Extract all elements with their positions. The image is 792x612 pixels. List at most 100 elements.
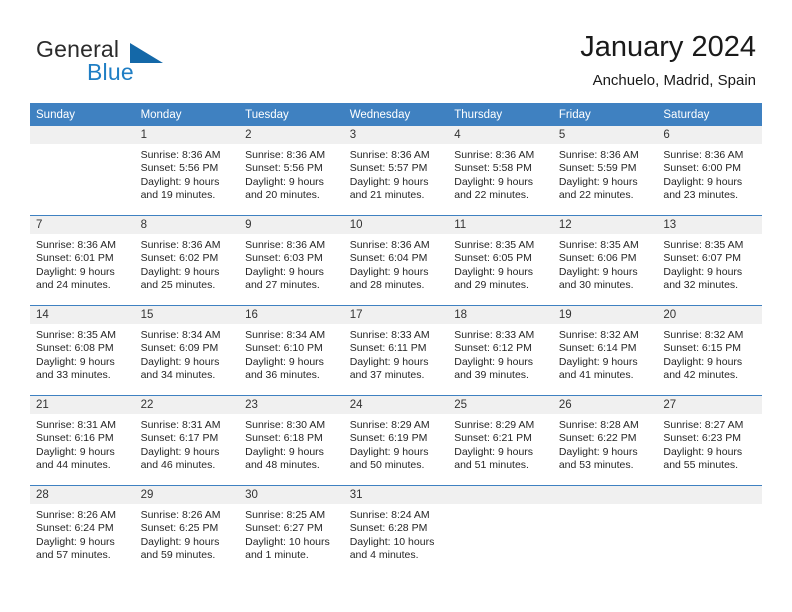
day-cell[interactable] bbox=[552, 485, 658, 575]
day-cell[interactable]: 29 Sunrise: 8:26 AM Sunset: 6:25 PM Dayl… bbox=[134, 485, 240, 575]
day-number bbox=[657, 486, 762, 504]
daylight-text-line2: and 41 minutes. bbox=[558, 369, 634, 382]
day-cell[interactable]: 10 Sunrise: 8:36 AM Sunset: 6:04 PM Dayl… bbox=[343, 215, 449, 306]
day-cell[interactable] bbox=[448, 485, 553, 575]
day-cell[interactable]: 13 Sunrise: 8:35 AM Sunset: 6:07 PM Dayl… bbox=[657, 215, 762, 306]
day-cell[interactable]: 1 Sunrise: 8:36 AM Sunset: 5:56 PM Dayli… bbox=[134, 126, 240, 216]
day-cell[interactable]: 19 Sunrise: 8:32 AM Sunset: 6:14 PM Dayl… bbox=[552, 305, 658, 396]
sunrise-text: Sunrise: 8:36 AM bbox=[245, 149, 326, 161]
logo-triangle-icon bbox=[130, 43, 163, 63]
day-cell[interactable]: 23 Sunrise: 8:30 AM Sunset: 6:18 PM Dayl… bbox=[239, 395, 344, 486]
daylight-text-line2: and 50 minutes. bbox=[349, 459, 425, 472]
day-cell[interactable]: 2 Sunrise: 8:36 AM Sunset: 5:56 PM Dayli… bbox=[239, 126, 344, 216]
week-row: 1 Sunrise: 8:36 AM Sunset: 5:56 PM Dayli… bbox=[30, 126, 762, 216]
day-cell[interactable]: 7 Sunrise: 8:36 AM Sunset: 6:01 PM Dayli… bbox=[30, 215, 135, 306]
day-info: Sunrise: 8:31 AM Sunset: 6:17 PM Dayligh… bbox=[135, 414, 240, 473]
daylight-text-line1: Daylight: 9 hours bbox=[349, 175, 429, 188]
day-cell[interactable]: 31 Sunrise: 8:24 AM Sunset: 6:28 PM Dayl… bbox=[343, 485, 449, 575]
day-number: 9 bbox=[239, 216, 344, 234]
day-cell[interactable]: 16 Sunrise: 8:34 AM Sunset: 6:10 PM Dayl… bbox=[239, 305, 344, 396]
daylight-text-line2: and 51 minutes. bbox=[454, 459, 529, 472]
daylight-text-line2: and 48 minutes. bbox=[245, 459, 320, 472]
day-number: 13 bbox=[657, 216, 762, 234]
day-cell[interactable] bbox=[30, 126, 135, 216]
day-cell[interactable]: 25 Sunrise: 8:29 AM Sunset: 6:21 PM Dayl… bbox=[448, 395, 553, 486]
day-cell[interactable]: 17 Sunrise: 8:33 AM Sunset: 6:11 PM Dayl… bbox=[343, 305, 449, 396]
day-info: Sunrise: 8:36 AM Sunset: 6:02 PM Dayligh… bbox=[135, 234, 240, 293]
day-info: Sunrise: 8:26 AM Sunset: 6:25 PM Dayligh… bbox=[135, 504, 240, 563]
day-cell[interactable]: 28 Sunrise: 8:26 AM Sunset: 6:24 PM Dayl… bbox=[30, 485, 135, 575]
day-cell[interactable]: 20 Sunrise: 8:32 AM Sunset: 6:15 PM Dayl… bbox=[657, 305, 762, 396]
day-number: 30 bbox=[239, 486, 344, 504]
day-info: Sunrise: 8:26 AM Sunset: 6:24 PM Dayligh… bbox=[30, 504, 135, 563]
sunrise-text: Sunrise: 8:24 AM bbox=[349, 509, 430, 521]
sunset-text: Sunset: 6:10 PM bbox=[245, 342, 323, 355]
daylight-text-line2: and 55 minutes. bbox=[663, 459, 739, 472]
daylight-text-line2: and 27 minutes. bbox=[245, 279, 320, 292]
day-info: Sunrise: 8:35 AM Sunset: 6:07 PM Dayligh… bbox=[657, 234, 762, 293]
day-cell[interactable]: 21 Sunrise: 8:31 AM Sunset: 6:16 PM Dayl… bbox=[30, 395, 135, 486]
day-cell[interactable]: 8 Sunrise: 8:36 AM Sunset: 6:02 PM Dayli… bbox=[134, 215, 240, 306]
sunset-text: Sunset: 6:03 PM bbox=[245, 252, 323, 265]
day-number: 4 bbox=[448, 126, 553, 144]
daylight-text-line2: and 44 minutes. bbox=[36, 459, 111, 472]
weekday-header-wednesday: Wednesday bbox=[343, 103, 449, 126]
day-cell-inner: 14 Sunrise: 8:35 AM Sunset: 6:08 PM Dayl… bbox=[30, 306, 135, 395]
day-info: Sunrise: 8:25 AM Sunset: 6:27 PM Dayligh… bbox=[239, 504, 344, 563]
day-cell-inner: 7 Sunrise: 8:36 AM Sunset: 6:01 PM Dayli… bbox=[30, 216, 135, 305]
day-cell[interactable]: 22 Sunrise: 8:31 AM Sunset: 6:17 PM Dayl… bbox=[134, 395, 240, 486]
sunset-text: Sunset: 5:58 PM bbox=[454, 162, 532, 175]
day-info: Sunrise: 8:34 AM Sunset: 6:09 PM Dayligh… bbox=[135, 324, 240, 383]
sunset-text: Sunset: 6:01 PM bbox=[36, 252, 114, 265]
daylight-text-line2: and 30 minutes. bbox=[558, 279, 634, 292]
day-cell-inner: 19 Sunrise: 8:32 AM Sunset: 6:14 PM Dayl… bbox=[552, 306, 658, 395]
day-cell-inner: 13 Sunrise: 8:35 AM Sunset: 6:07 PM Dayl… bbox=[657, 216, 762, 305]
daylight-text-line2: and 37 minutes. bbox=[349, 369, 425, 382]
day-cell[interactable]: 5 Sunrise: 8:36 AM Sunset: 5:59 PM Dayli… bbox=[552, 126, 658, 216]
day-number bbox=[30, 126, 135, 144]
sunset-text: Sunset: 6:00 PM bbox=[663, 162, 742, 175]
daylight-text-line2: and 28 minutes. bbox=[349, 279, 425, 292]
day-info: Sunrise: 8:29 AM Sunset: 6:19 PM Dayligh… bbox=[344, 414, 449, 473]
day-cell[interactable]: 9 Sunrise: 8:36 AM Sunset: 6:03 PM Dayli… bbox=[239, 215, 344, 306]
daylight-text-line1: Daylight: 9 hours bbox=[663, 265, 743, 278]
day-info: Sunrise: 8:34 AM Sunset: 6:10 PM Dayligh… bbox=[239, 324, 344, 383]
day-cell[interactable]: 14 Sunrise: 8:35 AM Sunset: 6:08 PM Dayl… bbox=[30, 305, 135, 396]
sunset-text: Sunset: 6:14 PM bbox=[558, 342, 637, 355]
day-cell[interactable]: 11 Sunrise: 8:35 AM Sunset: 6:05 PM Dayl… bbox=[448, 215, 553, 306]
day-cell[interactable] bbox=[657, 485, 762, 575]
daylight-text-line2: and 29 minutes. bbox=[454, 279, 529, 292]
day-info: Sunrise: 8:29 AM Sunset: 6:21 PM Dayligh… bbox=[448, 414, 553, 473]
day-cell[interactable]: 26 Sunrise: 8:28 AM Sunset: 6:22 PM Dayl… bbox=[552, 395, 658, 486]
day-cell[interactable]: 6 Sunrise: 8:36 AM Sunset: 6:00 PM Dayli… bbox=[657, 126, 762, 216]
day-number: 8 bbox=[134, 216, 240, 234]
sunrise-text: Sunrise: 8:26 AM bbox=[140, 509, 221, 521]
daylight-text-line1: Daylight: 9 hours bbox=[140, 175, 220, 188]
day-number bbox=[552, 486, 658, 504]
sunrise-text: Sunrise: 8:31 AM bbox=[140, 419, 221, 431]
sunrise-text: Sunrise: 8:34 AM bbox=[245, 329, 326, 341]
sunset-text: Sunset: 6:23 PM bbox=[663, 432, 742, 445]
day-cell[interactable]: 4 Sunrise: 8:36 AM Sunset: 5:58 PM Dayli… bbox=[448, 126, 553, 216]
day-cell[interactable]: 18 Sunrise: 8:33 AM Sunset: 6:12 PM Dayl… bbox=[448, 305, 553, 396]
day-cell-inner: 2 Sunrise: 8:36 AM Sunset: 5:56 PM Dayli… bbox=[239, 126, 344, 215]
daylight-text-line1: Daylight: 9 hours bbox=[36, 265, 115, 278]
day-info: Sunrise: 8:31 AM Sunset: 6:16 PM Dayligh… bbox=[30, 414, 135, 473]
day-number: 11 bbox=[448, 216, 553, 234]
day-number: 18 bbox=[448, 306, 553, 324]
day-cell[interactable]: 12 Sunrise: 8:35 AM Sunset: 6:06 PM Dayl… bbox=[552, 215, 658, 306]
daylight-text-line1: Daylight: 9 hours bbox=[454, 175, 534, 188]
day-cell[interactable]: 15 Sunrise: 8:34 AM Sunset: 6:09 PM Dayl… bbox=[134, 305, 240, 396]
location-subtitle: Anchuelo, Madrid, Spain bbox=[592, 72, 756, 89]
day-cell-inner: 15 Sunrise: 8:34 AM Sunset: 6:09 PM Dayl… bbox=[134, 306, 240, 395]
general-blue-logo[interactable]: General Blue bbox=[36, 36, 236, 92]
day-cell-inner: 25 Sunrise: 8:29 AM Sunset: 6:21 PM Dayl… bbox=[448, 396, 553, 485]
day-cell-inner: 8 Sunrise: 8:36 AM Sunset: 6:02 PM Dayli… bbox=[134, 216, 240, 305]
day-cell[interactable]: 30 Sunrise: 8:25 AM Sunset: 6:27 PM Dayl… bbox=[239, 485, 344, 575]
day-cell[interactable]: 27 Sunrise: 8:27 AM Sunset: 6:23 PM Dayl… bbox=[657, 395, 762, 486]
daylight-text-line2: and 24 minutes. bbox=[36, 279, 111, 292]
day-cell[interactable]: 24 Sunrise: 8:29 AM Sunset: 6:19 PM Dayl… bbox=[343, 395, 449, 486]
day-cell-inner: 4 Sunrise: 8:36 AM Sunset: 5:58 PM Dayli… bbox=[448, 126, 553, 215]
day-cell[interactable]: 3 Sunrise: 8:36 AM Sunset: 5:57 PM Dayli… bbox=[343, 126, 449, 216]
day-cell-inner: 5 Sunrise: 8:36 AM Sunset: 5:59 PM Dayli… bbox=[552, 126, 658, 215]
